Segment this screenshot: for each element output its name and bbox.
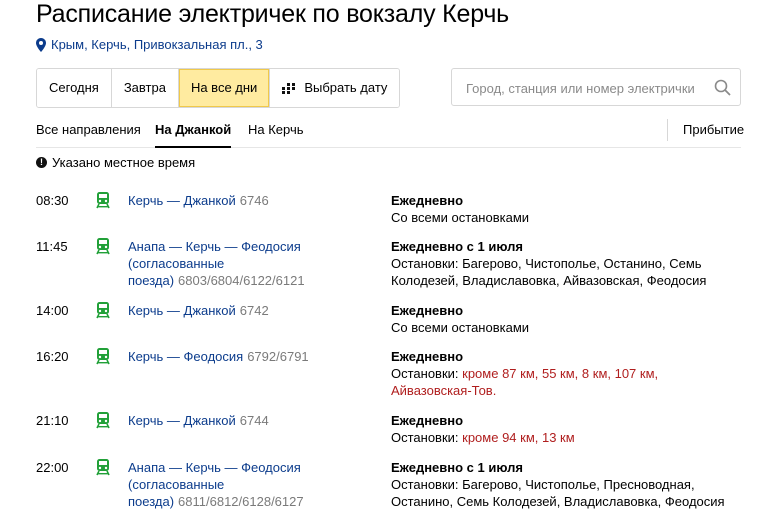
tab-all-directions[interactable]: Все направления <box>36 122 141 146</box>
schedule-info: Ежедневно с 1 июля Остановки: Багерово, Ч… <box>391 459 741 510</box>
search-input[interactable] <box>464 78 708 98</box>
schedule-info: Ежедневно Со всеми остановками <box>391 302 741 336</box>
stops-text: Со всеми остановками <box>391 209 741 226</box>
schedule-info: Ежедневно Остановки: кроме 94 км, 13 км <box>391 412 741 446</box>
tomorrow-button[interactable]: Завтра <box>111 69 179 107</box>
route-link[interactable]: Анапа — Керчь — Феодосия <box>128 460 301 475</box>
stops-text: Остановки: Багерово, Чистополье, Преснов… <box>391 476 741 510</box>
departure-time: 08:30 <box>36 193 69 208</box>
page-title: Расписание электричек по вокзалу Керчь <box>36 0 510 28</box>
route-link[interactable]: Анапа — Керчь — Феодосия <box>128 239 301 254</box>
stops-text: Остановки: Багерово, Чистополье, Останин… <box>391 255 741 289</box>
train-icon <box>96 459 110 476</box>
choose-date-button[interactable]: Выбрать дату <box>270 69 400 107</box>
train-numbers: 6744 <box>239 413 269 428</box>
running-days: Ежедневно с 1 июля <box>391 460 523 475</box>
route-link[interactable]: Керчь — Джанкой <box>128 303 236 318</box>
all-days-label: На все дни <box>190 80 258 95</box>
stops-plain: Остановки: <box>391 430 463 445</box>
stops-plain: Остановки: Багерово, Чистополье, Преснов… <box>391 477 725 509</box>
running-days: Ежедневно <box>391 303 464 318</box>
departure-time: 14:00 <box>36 303 69 318</box>
train-numbers: 6742 <box>239 303 269 318</box>
map-pin-icon <box>36 37 46 52</box>
route-link[interactable]: Керчь — Джанкой <box>128 413 236 428</box>
today-label: Сегодня <box>49 80 99 95</box>
stops-plain: Со всеми остановками <box>391 320 530 335</box>
running-days: Ежедневно <box>391 413 464 428</box>
today-button[interactable]: Сегодня <box>37 69 112 107</box>
stops-plain: Со всеми остановками <box>391 210 530 225</box>
route-link[interactable]: (согласованные <box>128 477 224 492</box>
train-icon <box>96 348 110 365</box>
route-link[interactable]: поезда) <box>128 494 174 509</box>
route: Керчь — Джанкой 6746 <box>128 192 368 209</box>
train-icon <box>96 192 110 209</box>
schedule-info: Ежедневно с 1 июля Остановки: Багерово, Ч… <box>391 238 741 289</box>
address-text[interactable]: Крым, Керчь, Привокзальная пл., 3 <box>51 37 263 52</box>
stops-text: Остановки: кроме 94 км, 13 км <box>391 429 741 446</box>
station-address[interactable]: Крым, Керчь, Привокзальная пл., 3 <box>36 37 263 52</box>
train-numbers: 6792/6791 <box>247 349 309 364</box>
route: Анапа — Керчь — Феодосия (согласованные по… <box>128 238 368 289</box>
train-numbers: 6811/6812/6128/6127 <box>178 494 304 509</box>
running-days: Ежедневно <box>391 193 464 208</box>
train-icon <box>96 238 110 255</box>
schedule-info: Ежедневно Со всеми остановками <box>391 192 741 226</box>
search-box <box>451 68 741 106</box>
stops-plain: Остановки: Багерово, Чистополье, Останин… <box>391 256 707 288</box>
train-numbers: 6746 <box>239 193 269 208</box>
schedule-info: Ежедневно Остановки: кроме 87 км, 55 км, … <box>391 348 741 399</box>
route-link[interactable]: Керчь — Джанкой <box>128 193 236 208</box>
departure-time: 21:10 <box>36 413 69 428</box>
stops-text: Остановки: кроме 87 км, 55 км, 8 км, 107… <box>391 365 741 399</box>
train-numbers: 6803/6804/6122/6121 <box>178 273 305 288</box>
route-link[interactable]: Керчь — Феодосия <box>128 349 243 364</box>
route: Керчь — Феодосия 6792/6791 <box>128 348 368 365</box>
choose-date-label: Выбрать дату <box>304 80 388 95</box>
date-filter: Сегодня Завтра На все дни Выбрать дату <box>36 68 401 108</box>
route: Керчь — Джанкой 6744 <box>128 412 368 429</box>
train-icon <box>96 302 110 319</box>
train-icon <box>96 412 110 429</box>
route-link[interactable]: поезда) <box>128 273 174 288</box>
all-days-button[interactable]: На все дни <box>178 69 271 107</box>
tab-to-kerch[interactable]: На Керчь <box>248 122 304 146</box>
tabs-divider <box>667 119 668 141</box>
departure-time: 11:45 <box>36 239 68 254</box>
direction-tabs: Все направления На Джанкой На Керчь Приб… <box>36 119 744 148</box>
route: Керчь — Джанкой 6742 <box>128 302 368 319</box>
search-icon[interactable] <box>714 79 731 96</box>
departure-time: 22:00 <box>36 460 69 475</box>
tomorrow-label: Завтра <box>123 80 166 95</box>
stops-except: кроме 94 км, 13 км <box>462 430 575 445</box>
running-days: Ежедневно <box>391 349 464 364</box>
running-days: Ежедневно с 1 июля <box>391 239 523 254</box>
arrival-toggle[interactable]: Прибытие <box>683 122 744 137</box>
calendar-icon <box>282 82 296 94</box>
route: Анапа — Керчь — Феодосия (согласованные по… <box>128 459 368 510</box>
route-link[interactable]: (согласованные <box>128 256 224 271</box>
info-icon: ! <box>36 157 47 168</box>
tab-to-dzhankoy[interactable]: На Джанкой <box>155 122 232 148</box>
stops-text: Со всеми остановками <box>391 319 741 336</box>
local-time-note: ! Указано местное время <box>36 155 195 170</box>
stops-plain: Остановки: <box>391 366 463 381</box>
departure-time: 16:20 <box>36 349 69 364</box>
local-time-note-text: Указано местное время <box>52 155 196 170</box>
